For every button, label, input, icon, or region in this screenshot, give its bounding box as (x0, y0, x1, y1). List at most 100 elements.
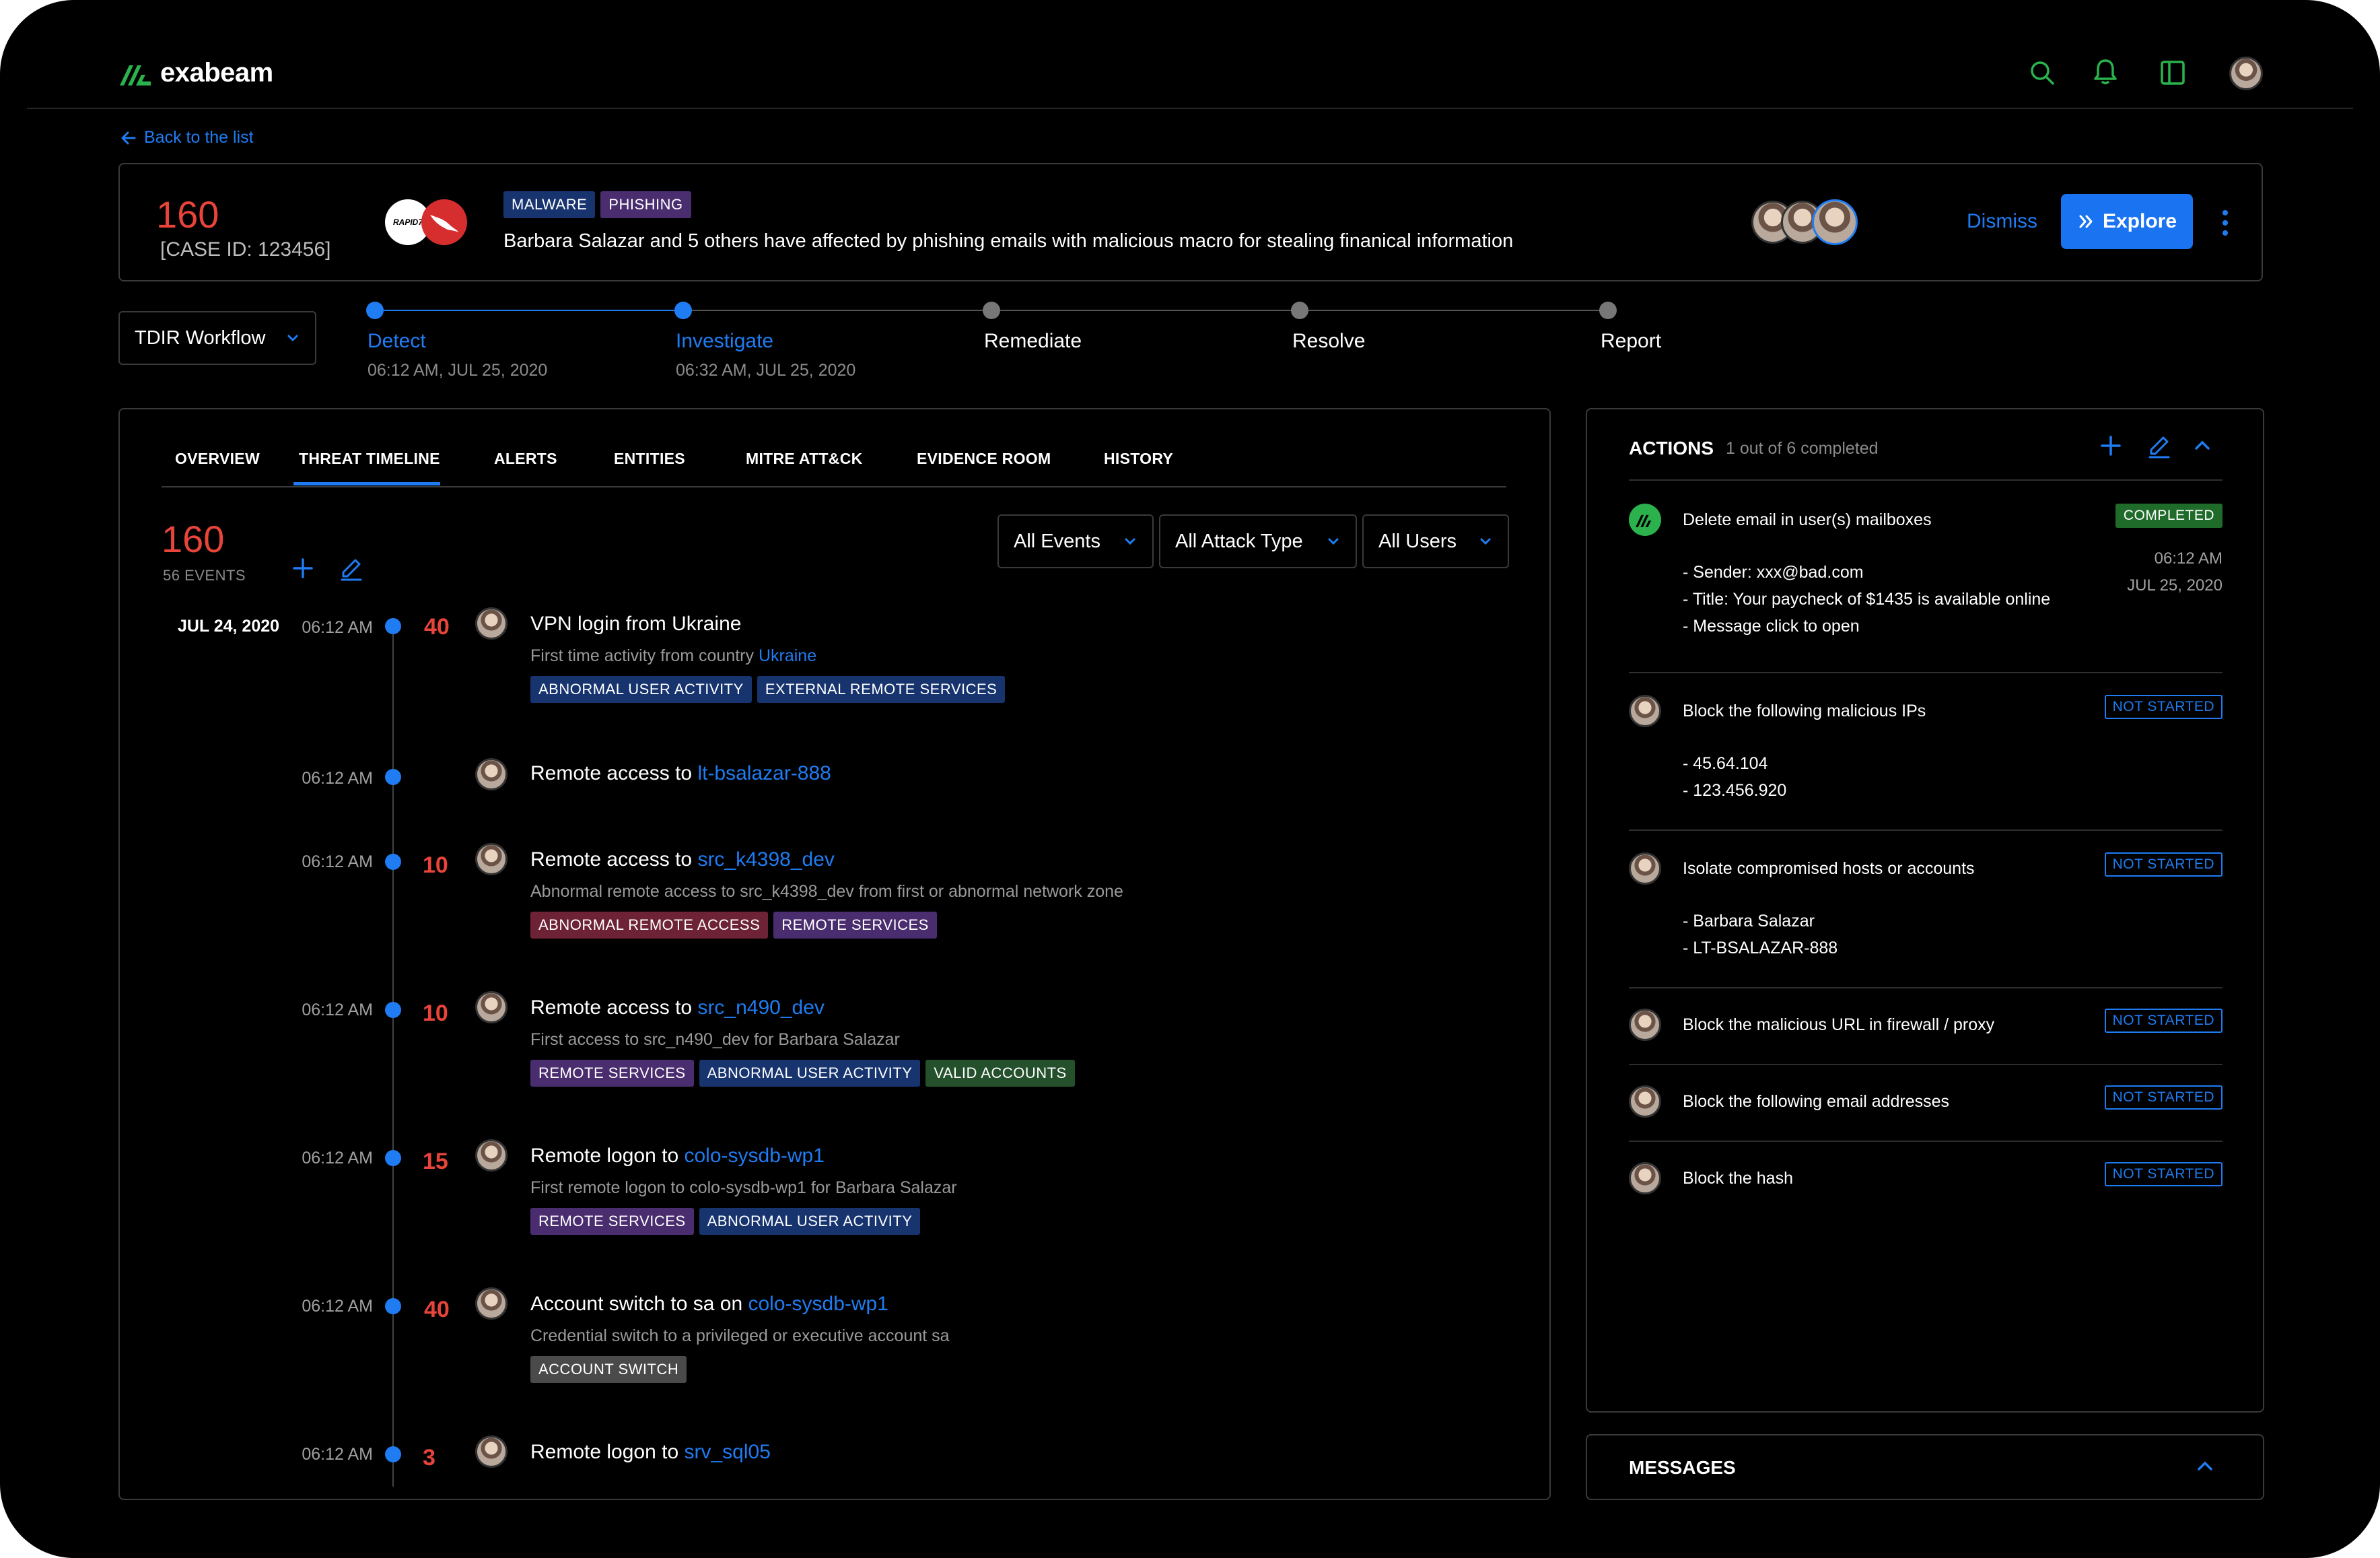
timeline-score: 160 (162, 518, 225, 560)
event-user-avatar[interactable] (475, 1139, 508, 1172)
event-entity-link[interactable]: src_n490_dev (697, 996, 824, 1019)
more-vertical-icon[interactable] (2220, 206, 2231, 240)
workflow-select[interactable]: TDIR Workflow (118, 311, 316, 365)
back-link[interactable]: Back to the list (120, 128, 254, 147)
step-dot-resolve[interactable] (1291, 302, 1308, 319)
timeline-event[interactable]: 06:12 AM 10 Remote access to src_n490_de… (120, 991, 1466, 1126)
event-time: 06:12 AM (302, 1001, 373, 1019)
timeline-event[interactable]: 06:12 AM Remote access to lt-bsalazar-88… (120, 753, 1466, 820)
workflow-label: TDIR Workflow (135, 327, 266, 349)
tab-evidence-room[interactable]: EVIDENCE ROOM (917, 450, 1051, 468)
filter-users-select[interactable]: All Users (1362, 514, 1509, 568)
step-dot-investigate[interactable] (674, 302, 692, 319)
event-user-avatar[interactable] (475, 991, 508, 1023)
step-label-investigate[interactable]: Investigate (676, 330, 773, 353)
step-dot-remediate[interactable] (983, 302, 1000, 319)
event-entity-link[interactable]: srv_sql05 (684, 1441, 770, 1463)
step-label-remediate[interactable]: Remediate (984, 330, 1082, 353)
bell-icon[interactable] (2091, 57, 2120, 86)
action-item[interactable]: Block the following malicious IPs NOT ST… (1629, 695, 2222, 816)
event-entity-link[interactable]: src_k4398_dev (697, 848, 834, 871)
step-connector (384, 310, 674, 311)
tab-threat-timeline[interactable]: THREAT TIMELINE (299, 450, 440, 468)
event-description-link[interactable]: Ukraine (759, 646, 816, 665)
exabeam-logo[interactable]: exabeam (120, 58, 273, 88)
tag-malware: MALWARE (503, 191, 596, 218)
add-icon[interactable] (291, 556, 315, 580)
event-tag[interactable]: ABNORMAL REMOTE ACCESS (530, 912, 769, 939)
event-tag[interactable]: ABNORMAL USER ACTIVITY (699, 1208, 921, 1235)
event-user-avatar[interactable] (475, 1287, 508, 1320)
event-entity-link[interactable]: colo-sysdb-wp1 (684, 1145, 824, 1167)
tab-alerts[interactable]: ALERTS (494, 450, 557, 468)
action-text: Block the following malicious IPs (1683, 702, 1926, 720)
action-item[interactable]: Delete email in user(s) mailboxes COMPLE… (1629, 504, 2222, 665)
event-dot (385, 1002, 401, 1018)
event-score: 10 (423, 852, 448, 878)
actions-progress: 1 out of 6 completed (1726, 439, 1879, 458)
active-tab-indicator (293, 482, 440, 485)
step-dot-detect[interactable] (366, 302, 384, 319)
chevron-down-icon (1125, 538, 1135, 545)
status-badge-not-started: NOT STARTED (2104, 695, 2222, 719)
action-user-avatar (1629, 1009, 1661, 1041)
edit-actions-icon[interactable] (2146, 432, 2173, 459)
filter-events-select[interactable]: All Events (998, 514, 1154, 568)
edit-icon[interactable] (338, 555, 365, 582)
action-item[interactable]: Block the malicious URL in firewall / pr… (1629, 1009, 2222, 1049)
tab-history[interactable]: HISTORY (1104, 450, 1173, 468)
chevron-up-icon[interactable] (2192, 435, 2213, 456)
filter-attack-type-select[interactable]: All Attack Type (1159, 514, 1357, 568)
chevron-up-icon[interactable] (2194, 1456, 2216, 1477)
timeline-event[interactable]: 06:12 AM 10 Remote access to src_k4398_d… (120, 843, 1466, 978)
affected-users-avatars[interactable] (1751, 198, 1859, 246)
event-tag[interactable]: ABNORMAL USER ACTIVITY (699, 1060, 921, 1087)
add-action-icon[interactable] (2099, 434, 2123, 458)
action-divider (1629, 829, 2222, 831)
search-icon[interactable] (2027, 58, 2057, 88)
event-tag[interactable]: REMOTE SERVICES (773, 912, 937, 939)
step-label-detect[interactable]: Detect (368, 330, 426, 353)
event-tag[interactable]: REMOTE SERVICES (530, 1208, 694, 1235)
user-avatar[interactable] (2229, 57, 2263, 90)
step-dot-report[interactable] (1599, 302, 1617, 319)
timeline-event[interactable]: 06:12 AM 40 Account switch to sa on colo… (120, 1287, 1466, 1422)
timeline-event[interactable]: 06:12 AM 15 Remote logon to colo-sysdb-w… (120, 1139, 1466, 1274)
event-title: VPN login from Ukraine (530, 613, 742, 635)
event-entity-link[interactable]: colo-sysdb-wp1 (748, 1293, 888, 1315)
event-dot (385, 618, 401, 634)
event-tag[interactable]: VALID ACCOUNTS (925, 1060, 1075, 1087)
event-user-avatar[interactable] (475, 1435, 508, 1468)
event-tag[interactable]: REMOTE SERVICES (530, 1060, 694, 1087)
action-item[interactable]: Block the following email addresses NOT … (1629, 1085, 2222, 1126)
explore-button[interactable]: Explore (2061, 194, 2193, 249)
action-item[interactable]: Isolate compromised hosts or accounts NO… (1629, 852, 2222, 974)
event-tag[interactable]: ABNORMAL USER ACTIVITY (530, 676, 752, 703)
event-tag[interactable]: ACCOUNT SWITCH (530, 1356, 687, 1383)
app-window: exabeam Back to the list 160 [CASE ID: 1… (0, 0, 2380, 1558)
timeline-event[interactable]: 06:12 AM 3 Remote logon to srv_sql05 (120, 1435, 1466, 1489)
event-tag[interactable]: EXTERNAL REMOTE SERVICES (757, 676, 1006, 703)
event-score: 40 (424, 614, 450, 640)
action-item[interactable]: Block the hash NOT STARTED (1629, 1162, 2222, 1203)
event-entity-link[interactable]: lt-bsalazar-888 (697, 762, 831, 784)
step-label-report[interactable]: Report (1601, 330, 1661, 353)
step-connector (1000, 310, 1291, 311)
tab-mitre-attack[interactable]: MITRE ATT&CK (746, 450, 863, 468)
event-title: Remote access to lt-bsalazar-888 (530, 762, 831, 784)
tab-overview[interactable]: OVERVIEW (175, 450, 260, 468)
messages-panel[interactable]: MESSAGES (1586, 1434, 2264, 1500)
tag-phishing: PHISHING (600, 191, 691, 218)
tab-divider (162, 486, 1506, 487)
tab-entities[interactable]: ENTITIES (614, 450, 685, 468)
event-time: 06:12 AM (302, 769, 373, 788)
event-user-avatar[interactable] (475, 758, 508, 790)
event-dot (385, 769, 401, 785)
event-user-avatar[interactable] (475, 843, 508, 875)
threat-timeline-panel: OVERVIEW THREAT TIMELINE ALERTS ENTITIES… (118, 408, 1551, 1500)
dismiss-button[interactable]: Dismiss (1967, 210, 2037, 233)
event-user-avatar[interactable] (475, 607, 508, 640)
step-label-resolve[interactable]: Resolve (1292, 330, 1365, 353)
panel-icon[interactable] (2158, 58, 2188, 88)
timeline-event[interactable]: 06:12 AM 40 VPN login from Ukraine First… (120, 605, 1466, 739)
